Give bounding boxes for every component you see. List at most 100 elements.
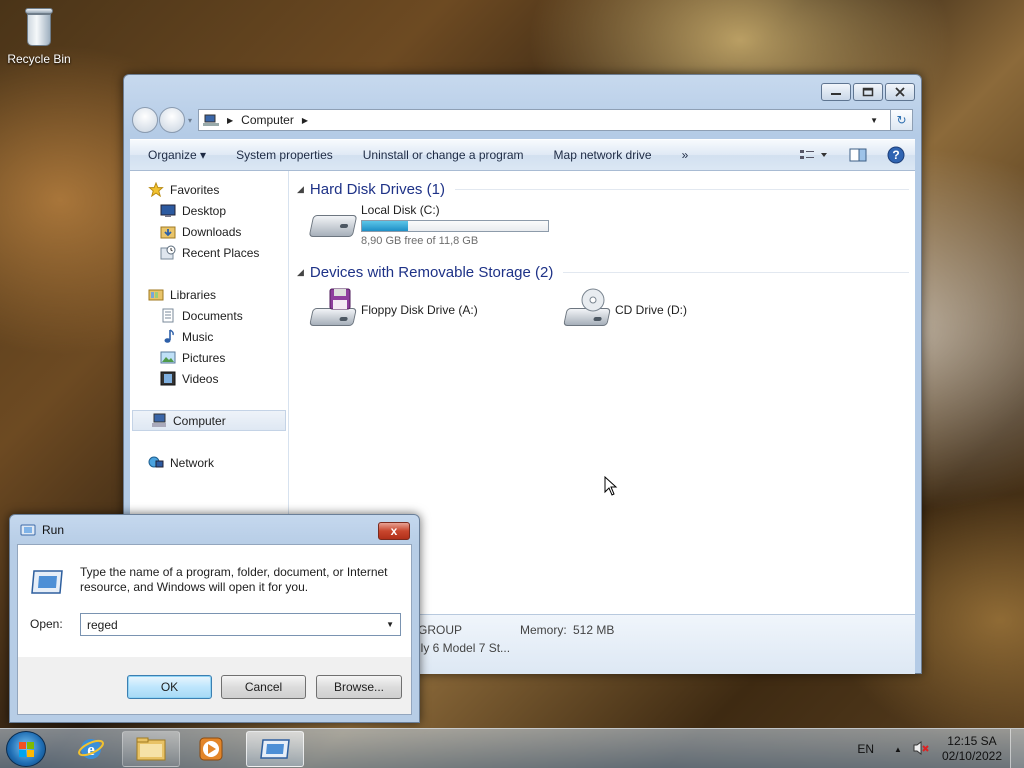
group-title: Hard Disk Drives (1) bbox=[309, 180, 445, 198]
help-button[interactable]: ? bbox=[887, 146, 905, 167]
clock[interactable]: 12:15 SA 02/10/2022 bbox=[942, 734, 1002, 764]
system-properties-button[interactable]: System properties bbox=[236, 148, 333, 162]
computer-icon bbox=[152, 413, 166, 427]
recycle-bin-desktop-icon[interactable]: Recycle Bin bbox=[6, 6, 72, 66]
show-desktop-button[interactable] bbox=[1010, 729, 1024, 768]
map-network-drive-button[interactable]: Map network drive bbox=[554, 148, 652, 162]
preview-pane-button[interactable] bbox=[849, 148, 867, 165]
nav-item-computer[interactable]: Computer bbox=[132, 410, 286, 431]
downloads-folder-icon bbox=[160, 226, 176, 239]
hard-disk-icon bbox=[307, 203, 358, 247]
nav-item-recent-places[interactable]: Recent Places bbox=[130, 242, 288, 263]
run-icon bbox=[260, 739, 290, 759]
nav-item-label: Downloads bbox=[182, 224, 242, 239]
drive-cd-d[interactable]: CD Drive (D:) bbox=[561, 288, 687, 332]
drive-name: CD Drive (D:) bbox=[615, 303, 687, 317]
nav-item-music[interactable]: Music bbox=[130, 326, 288, 347]
clock-time: 12:15 SA bbox=[947, 734, 997, 748]
refresh-button[interactable]: ↻ bbox=[891, 109, 913, 131]
drive-name: Floppy Disk Drive (A:) bbox=[361, 303, 478, 317]
cancel-button[interactable]: Cancel bbox=[221, 675, 306, 699]
recycle-bin-icon bbox=[22, 6, 56, 48]
window-caption-buttons bbox=[821, 83, 915, 101]
disk-usage-bar bbox=[361, 220, 549, 232]
restore-button[interactable] bbox=[853, 83, 883, 101]
notification-area: EN ▲ 12:15 SA 02/10/2022 bbox=[857, 729, 1016, 768]
close-window-button[interactable] bbox=[885, 83, 915, 101]
nav-item-desktop[interactable]: Desktop bbox=[130, 200, 288, 221]
show-hidden-icons-icon[interactable]: ▲ bbox=[894, 745, 902, 754]
view-options-icon bbox=[800, 150, 827, 159]
libraries-icon bbox=[148, 289, 164, 301]
nav-item-label: Videos bbox=[182, 371, 219, 386]
combo-dropdown-icon[interactable]: ▼ bbox=[386, 620, 394, 629]
run-dialog-title: Run bbox=[20, 523, 64, 537]
floppy-drive-icon bbox=[307, 288, 357, 332]
memory-value: 512 MB bbox=[573, 623, 615, 637]
network-icon bbox=[148, 456, 164, 468]
browse-button[interactable]: Browse... bbox=[316, 675, 402, 699]
back-button[interactable] bbox=[132, 107, 158, 133]
nav-item-videos[interactable]: Videos bbox=[130, 368, 288, 389]
taskbar: e EN ▲ 12:15 SA 02/10/2022 bbox=[0, 728, 1024, 768]
open-input[interactable]: reged bbox=[87, 618, 386, 632]
open-label: Open: bbox=[30, 617, 63, 631]
forward-button[interactable] bbox=[159, 107, 185, 133]
volume-muted-icon[interactable] bbox=[912, 740, 930, 759]
drive-floppy-a[interactable]: Floppy Disk Drive (A:) bbox=[307, 288, 478, 332]
collapse-triangle-icon[interactable]: ◢ bbox=[297, 267, 304, 278]
recent-places-icon bbox=[160, 245, 176, 260]
recycle-bin-label: Recycle Bin bbox=[7, 52, 71, 66]
preview-pane-icon bbox=[849, 148, 867, 162]
nav-item-label: Libraries bbox=[170, 287, 217, 302]
group-title: Devices with Removable Storage (2) bbox=[309, 263, 554, 281]
drive-local-disk-c[interactable]: Local Disk (C:) 8,90 GB free of 11,8 GB bbox=[307, 203, 549, 247]
start-button[interactable] bbox=[6, 731, 46, 767]
drive-free-space: 8,90 GB free of 11,8 GB bbox=[361, 235, 479, 247]
nav-item-label: Computer bbox=[173, 413, 226, 428]
cd-drive-icon bbox=[561, 288, 611, 332]
taskbar-media-player[interactable] bbox=[182, 731, 240, 767]
address-bar[interactable]: ▶ Computer ▶ ▼ bbox=[198, 109, 891, 131]
close-icon bbox=[895, 87, 905, 97]
run-dialog-body: Type the name of a program, folder, docu… bbox=[17, 544, 412, 715]
memory-label: Memory: bbox=[520, 623, 567, 637]
taskbar-run[interactable] bbox=[246, 731, 304, 767]
help-icon: ? bbox=[887, 146, 905, 164]
nav-item-pictures[interactable]: Pictures bbox=[130, 347, 288, 368]
breadcrumb-arrow-icon[interactable]: ▶ bbox=[227, 116, 233, 125]
taskbar-internet-explorer[interactable]: e bbox=[62, 731, 120, 767]
organize-menu[interactable]: Organize ▾ bbox=[148, 148, 206, 162]
breadcrumb-arrow-icon[interactable]: ▶ bbox=[302, 116, 308, 125]
ok-button[interactable]: OK bbox=[127, 675, 212, 699]
group-header-hard-disk-drives[interactable]: ◢ Hard Disk Drives (1) bbox=[297, 179, 909, 199]
nav-item-favorites[interactable]: Favorites bbox=[130, 179, 288, 200]
breadcrumb-computer[interactable]: Computer bbox=[241, 113, 294, 127]
minimize-button[interactable] bbox=[821, 83, 851, 101]
run-program-icon bbox=[31, 570, 63, 594]
folder-icon bbox=[136, 737, 166, 761]
language-indicator[interactable]: EN bbox=[857, 742, 874, 756]
nav-item-network[interactable]: Network bbox=[130, 452, 288, 473]
nav-item-libraries[interactable]: Libraries bbox=[130, 284, 288, 305]
more-commands-button[interactable]: » bbox=[682, 148, 689, 162]
address-history-dropdown-icon[interactable]: ▼ bbox=[870, 116, 878, 125]
desktop-icon bbox=[160, 204, 176, 217]
group-header-removable-storage[interactable]: ◢ Devices with Removable Storage (2) bbox=[297, 262, 909, 282]
navigation-bar: ▾ ▶ Computer ▶ ▼ ↻ bbox=[132, 107, 913, 133]
change-view-button[interactable] bbox=[799, 148, 829, 165]
taskbar-explorer[interactable] bbox=[122, 731, 180, 767]
nav-item-downloads[interactable]: Downloads bbox=[130, 221, 288, 242]
collapse-triangle-icon[interactable]: ◢ bbox=[297, 184, 304, 195]
computer-icon bbox=[203, 114, 219, 126]
videos-icon bbox=[160, 371, 176, 386]
minimize-icon bbox=[831, 93, 841, 95]
run-close-button[interactable]: x bbox=[378, 522, 410, 540]
open-combobox[interactable]: reged ▼ bbox=[80, 613, 401, 636]
workgroup-value: GROUP bbox=[418, 623, 463, 637]
uninstall-program-button[interactable]: Uninstall or change a program bbox=[363, 148, 524, 162]
star-icon bbox=[148, 182, 164, 197]
nav-item-documents[interactable]: Documents bbox=[130, 305, 288, 326]
recent-pages-dropdown[interactable]: ▾ bbox=[188, 116, 196, 125]
nav-item-label: Desktop bbox=[182, 203, 227, 218]
